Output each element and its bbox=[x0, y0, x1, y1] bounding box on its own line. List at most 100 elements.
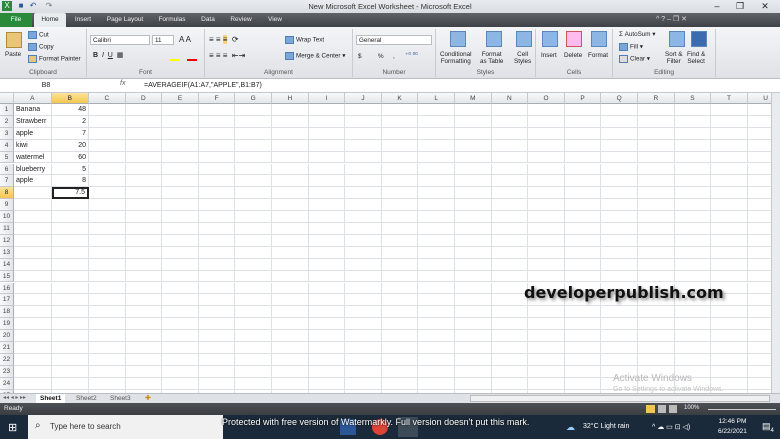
cell[interactable] bbox=[89, 163, 126, 176]
cell-a13[interactable] bbox=[14, 246, 52, 259]
cell[interactable] bbox=[345, 270, 382, 283]
bold-italic-underline-buttons[interactable]: B I U ▦ bbox=[93, 51, 123, 59]
cell[interactable] bbox=[125, 223, 163, 235]
page-break-view-icon[interactable] bbox=[669, 405, 677, 413]
cell[interactable] bbox=[491, 175, 529, 188]
cell[interactable] bbox=[711, 234, 748, 247]
cell[interactable] bbox=[711, 353, 748, 366]
cell[interactable] bbox=[381, 258, 419, 271]
cell[interactable] bbox=[89, 104, 126, 116]
cell[interactable] bbox=[418, 318, 455, 331]
cell[interactable] bbox=[564, 151, 602, 164]
select-all-corner[interactable] bbox=[0, 93, 14, 104]
cell[interactable] bbox=[345, 365, 382, 378]
tab-file[interactable]: File bbox=[0, 13, 32, 27]
cell[interactable] bbox=[418, 342, 455, 354]
column-header-q[interactable]: Q bbox=[601, 93, 638, 104]
cell[interactable] bbox=[418, 258, 455, 271]
cell-a5[interactable]: watermel bbox=[14, 151, 52, 164]
cell[interactable] bbox=[711, 246, 748, 259]
cell[interactable] bbox=[528, 353, 565, 366]
cell[interactable] bbox=[711, 187, 748, 200]
find-select-button[interactable]: Find & Select bbox=[687, 51, 705, 65]
cell[interactable] bbox=[198, 270, 236, 283]
cell[interactable] bbox=[528, 163, 565, 176]
cell[interactable] bbox=[638, 306, 675, 319]
spreadsheet-grid[interactable]: A B C D E F G H I J K L M N O P Q R S T U 1 Banana 48 2 Strawberr… bbox=[0, 93, 771, 393]
cell[interactable] bbox=[455, 258, 492, 271]
cell-a24[interactable] bbox=[14, 377, 52, 390]
cell[interactable] bbox=[89, 199, 126, 212]
cell[interactable] bbox=[674, 342, 712, 354]
cell[interactable] bbox=[638, 270, 675, 283]
cell[interactable] bbox=[125, 127, 163, 140]
cell[interactable] bbox=[418, 211, 455, 223]
cell[interactable] bbox=[345, 104, 382, 116]
cell[interactable] bbox=[272, 211, 309, 223]
cell[interactable] bbox=[381, 353, 419, 366]
column-header-n[interactable]: N bbox=[491, 93, 529, 104]
cell[interactable] bbox=[455, 318, 492, 331]
cell[interactable] bbox=[162, 246, 199, 259]
column-header-i[interactable]: I bbox=[308, 93, 346, 104]
cell-a17[interactable] bbox=[14, 294, 52, 307]
cell[interactable] bbox=[198, 353, 236, 366]
row-header[interactable]: 22 bbox=[0, 353, 14, 366]
cell[interactable] bbox=[235, 115, 272, 128]
cell[interactable] bbox=[564, 318, 602, 331]
cell[interactable] bbox=[272, 151, 309, 164]
cell[interactable] bbox=[418, 294, 455, 307]
cell[interactable] bbox=[308, 246, 346, 259]
cell[interactable] bbox=[345, 246, 382, 259]
cell[interactable] bbox=[162, 270, 199, 283]
cell[interactable] bbox=[747, 354, 771, 366]
cell-b1[interactable]: 48 bbox=[51, 104, 89, 116]
cell[interactable] bbox=[601, 151, 638, 164]
cell-a4[interactable]: kiwi bbox=[14, 139, 52, 152]
cell[interactable] bbox=[308, 270, 346, 283]
cell-b17[interactable] bbox=[51, 294, 89, 307]
cell[interactable] bbox=[418, 306, 455, 319]
name-box[interactable]: B8 bbox=[2, 80, 90, 91]
cell[interactable] bbox=[162, 151, 199, 164]
cell[interactable] bbox=[308, 211, 346, 223]
cell[interactable] bbox=[601, 115, 638, 128]
cell[interactable] bbox=[638, 127, 675, 140]
cell[interactable] bbox=[308, 139, 346, 152]
cell[interactable] bbox=[638, 353, 675, 366]
cell[interactable] bbox=[711, 139, 748, 152]
cell[interactable] bbox=[711, 223, 748, 235]
cell[interactable] bbox=[564, 306, 602, 319]
cell[interactable] bbox=[528, 377, 565, 390]
weather-text[interactable]: 32°C Light rain bbox=[583, 423, 629, 430]
cell[interactable] bbox=[381, 223, 419, 235]
cell[interactable] bbox=[162, 187, 199, 200]
cell[interactable] bbox=[235, 211, 272, 223]
cell[interactable] bbox=[418, 365, 455, 378]
cell[interactable] bbox=[272, 365, 309, 378]
cell[interactable] bbox=[308, 365, 346, 378]
cell[interactable] bbox=[418, 104, 455, 116]
cell[interactable] bbox=[491, 258, 529, 271]
cell[interactable] bbox=[125, 211, 163, 223]
cell[interactable] bbox=[198, 294, 236, 307]
cell[interactable] bbox=[455, 151, 492, 164]
cell[interactable] bbox=[162, 342, 199, 354]
cell-b7[interactable]: 8 bbox=[51, 175, 89, 188]
clock[interactable]: 12:46 PM 6/22/2021 bbox=[718, 418, 747, 435]
cell[interactable] bbox=[198, 175, 236, 188]
cell[interactable] bbox=[198, 151, 236, 164]
cell[interactable] bbox=[528, 246, 565, 259]
cell[interactable] bbox=[345, 330, 382, 342]
cell[interactable] bbox=[272, 199, 309, 212]
cell[interactable] bbox=[89, 306, 126, 319]
cell[interactable] bbox=[747, 140, 771, 152]
cell-b12[interactable] bbox=[51, 234, 89, 247]
cell[interactable] bbox=[89, 294, 126, 307]
cell[interactable] bbox=[491, 365, 529, 378]
cell[interactable] bbox=[89, 139, 126, 152]
cell[interactable] bbox=[601, 306, 638, 319]
cell[interactable] bbox=[345, 258, 382, 271]
cell[interactable] bbox=[564, 234, 602, 247]
cell[interactable] bbox=[418, 377, 455, 390]
